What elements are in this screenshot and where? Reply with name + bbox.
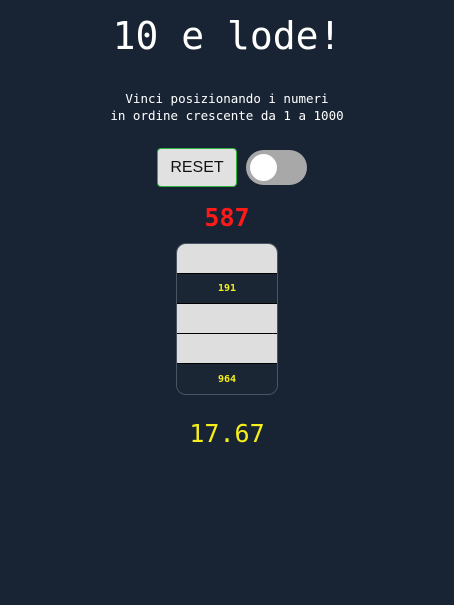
score-display: 17.67	[189, 419, 265, 448]
slot-4[interactable]	[177, 334, 277, 364]
mode-toggle[interactable]	[246, 150, 307, 185]
slot-5[interactable]: 964	[177, 364, 277, 394]
slot-2[interactable]: 191	[177, 274, 277, 304]
toggle-knob	[250, 154, 277, 181]
instructions: Vinci posizionando i numeri in ordine cr…	[0, 90, 454, 124]
reset-button[interactable]: RESET	[157, 148, 237, 187]
instructions-line-1: Vinci posizionando i numeri	[125, 91, 329, 106]
number-slots: 191 964	[176, 243, 278, 395]
slot-3[interactable]	[177, 304, 277, 334]
slot-1[interactable]	[177, 244, 277, 274]
page-title: 10 e lode!	[112, 14, 342, 58]
current-number: 587	[204, 203, 250, 232]
instructions-line-2: in ordine crescente da 1 a 1000	[110, 108, 344, 123]
